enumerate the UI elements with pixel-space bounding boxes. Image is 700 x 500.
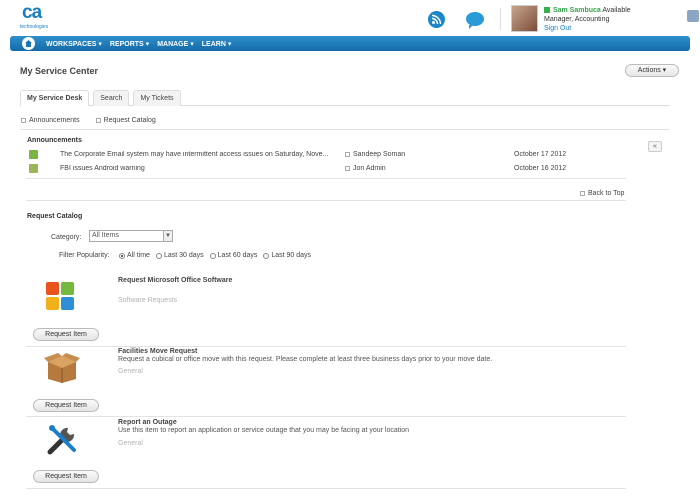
square-icon	[95, 118, 101, 123]
office-tile	[61, 282, 74, 295]
actions-button[interactable]: Actions ▾	[625, 64, 679, 77]
top-header: ca technologies Sam Sambuca Available Ma…	[0, 0, 700, 36]
square-icon	[580, 191, 585, 196]
catalog-item-title[interactable]: Request Microsoft Office Software	[118, 277, 232, 284]
catalog-item-description: Use this item to report an application o…	[118, 427, 410, 434]
tools-icon	[46, 422, 80, 456]
avatar	[511, 5, 538, 32]
tab-bar: My Service Desk Search My Tickets	[20, 90, 670, 106]
catalog-item-category: General	[118, 440, 143, 447]
home-icon[interactable]	[22, 37, 35, 50]
back-to-top-link[interactable]: Back to Top	[580, 190, 624, 197]
announcement-text[interactable]: FBI issues Android warning	[60, 165, 370, 172]
chevron-down-icon[interactable]: ▼	[163, 231, 172, 241]
back-to-top-label: Back to Top	[588, 190, 625, 197]
collapse-button[interactable]: «	[648, 141, 662, 152]
sign-out-link[interactable]: Sign Out	[544, 24, 684, 33]
logo-subtext: technologies	[20, 24, 49, 30]
ca-logo[interactable]: ca technologies	[18, 2, 54, 34]
request-catalog-title: Request Catalog	[27, 213, 83, 220]
tab-my-service-desk[interactable]: My Service Desk	[20, 90, 90, 106]
section-links: Announcements Request Catalog	[21, 117, 156, 124]
header-divider	[500, 8, 501, 30]
user-icon	[345, 166, 350, 171]
office-tile	[61, 297, 74, 310]
announcements-link[interactable]: Announcements	[21, 117, 80, 124]
user-icon	[345, 152, 350, 157]
nav-reports[interactable]: REPORTS ▾	[110, 40, 149, 48]
announcement-row[interactable]: The Corporate Email system may have inte…	[29, 149, 629, 161]
radio-last-30-days[interactable]: Last 30 days	[155, 252, 204, 259]
office-icon	[44, 280, 77, 314]
announcement-author: Jon Admin	[345, 165, 386, 172]
radio-icon	[263, 252, 270, 259]
nav-manage[interactable]: MANAGE ▾	[157, 40, 194, 48]
catalog-item-title[interactable]: Facilities Move Request	[118, 348, 197, 355]
radio-all-time[interactable]: All time	[119, 252, 150, 259]
nav-learn[interactable]: LEARN ▾	[202, 40, 232, 48]
announcements-title: Announcements	[27, 137, 82, 144]
radio-icon	[155, 252, 162, 259]
page-title: My Service Center	[20, 66, 99, 76]
radio-label: Last 30 days	[163, 252, 204, 259]
people-icon[interactable]	[687, 10, 699, 22]
user-role: Manager, Accounting	[544, 16, 610, 23]
main-nav: WORKSPACES ▾ REPORTS ▾ MANAGE ▾ LEARN ▾	[10, 36, 690, 51]
catalog-item-category: Software Requests	[118, 297, 178, 304]
chat-icon[interactable]	[466, 12, 484, 29]
radio-icon	[119, 252, 125, 259]
popularity-label: Filter Popularity:	[59, 252, 110, 259]
announcement-text[interactable]: The Corporate Email system may have inte…	[60, 151, 370, 158]
radio-icon	[209, 252, 216, 259]
request-catalog-link[interactable]: Request Catalog	[95, 117, 156, 124]
radio-last-90-days[interactable]: Last 90 days	[263, 252, 311, 259]
catalog-item-title[interactable]: Report an Outage	[118, 419, 177, 426]
category-value: All Items	[92, 232, 119, 239]
nav-workspaces[interactable]: WORKSPACES ▾	[46, 40, 102, 48]
author-name: Jon Admin	[353, 165, 386, 172]
request-item-button[interactable]: Request Item	[33, 328, 99, 341]
user-info: Sam Sambuca Available Manager, Accountin…	[544, 6, 684, 33]
catalog-item-description: Request a cubical or office move with th…	[118, 356, 493, 363]
divider	[26, 178, 626, 179]
request-item-button[interactable]: Request Item	[33, 399, 99, 412]
tab-search[interactable]: Search	[93, 90, 130, 106]
box-icon	[44, 352, 80, 384]
presence-icon	[544, 7, 550, 14]
request-item-button[interactable]: Request Item	[33, 470, 99, 483]
announcement-date: October 16 2012	[514, 165, 567, 172]
office-tile	[46, 297, 59, 310]
category-select[interactable]: All Items ▼	[89, 230, 173, 242]
request-catalog-link-label: Request Catalog	[103, 117, 156, 124]
announcement-row[interactable]: FBI issues Android warning Jon Admin Oct…	[29, 163, 629, 175]
catalog-item-category: General	[118, 368, 143, 375]
radio-last-60-days[interactable]: Last 60 days	[209, 252, 258, 259]
announcements-link-label: Announcements	[29, 117, 80, 124]
square-icon	[21, 118, 26, 123]
user-status: Available	[602, 7, 631, 14]
logo-brand: ca	[22, 2, 42, 23]
announcement-icon	[29, 150, 38, 159]
divider	[20, 129, 670, 130]
radio-label: All time	[127, 252, 150, 259]
popularity-filter: All time Last 30 days Last 60 days Last …	[119, 252, 311, 259]
divider	[26, 346, 626, 347]
user-name[interactable]: Sam Sambuca	[553, 7, 601, 14]
office-tile	[46, 282, 59, 295]
divider	[26, 488, 626, 489]
author-name: Sandeep Soman	[353, 151, 406, 158]
radio-label: Last 90 days	[271, 252, 312, 259]
rss-icon[interactable]	[428, 11, 445, 28]
radio-label: Last 60 days	[217, 252, 258, 259]
divider	[26, 200, 626, 201]
announcement-date: October 17 2012	[514, 151, 567, 158]
category-label: Category:	[51, 234, 82, 241]
divider	[26, 416, 626, 417]
announcement-icon	[29, 164, 38, 173]
announcement-author: Sandeep Soman	[345, 151, 405, 158]
tab-my-tickets[interactable]: My Tickets	[133, 90, 181, 106]
